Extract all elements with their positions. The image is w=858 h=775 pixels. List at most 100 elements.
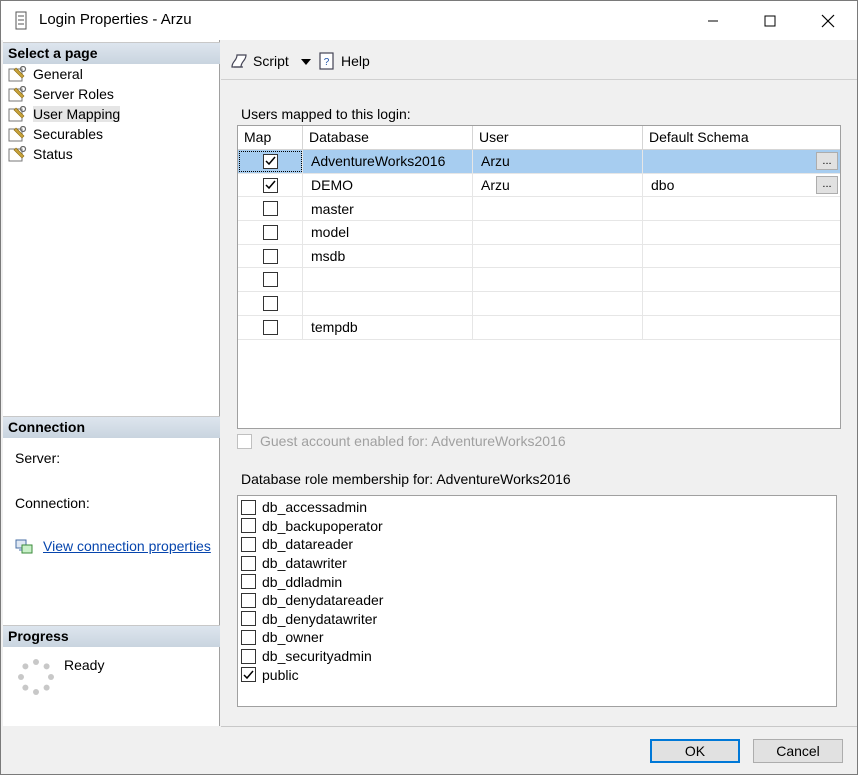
map-cell	[238, 221, 303, 244]
table-row[interactable]: msdb	[238, 244, 840, 269]
default-schema-cell[interactable]: dbo...	[643, 174, 840, 197]
browse-schema-button[interactable]: ...	[816, 175, 838, 194]
script-icon	[231, 54, 247, 68]
progress-status: Ready	[64, 657, 105, 673]
role-label: db_denydatareader	[262, 592, 384, 609]
role-checkbox[interactable]	[241, 518, 256, 534]
connection-properties-icon	[15, 539, 33, 554]
page-item-server-roles[interactable]: Server Roles	[7, 84, 124, 104]
default-schema-cell[interactable]	[643, 316, 840, 339]
minimize-button[interactable]	[684, 1, 742, 40]
role-item[interactable]: db_datawriter	[241, 554, 836, 573]
user-cell[interactable]	[473, 268, 643, 292]
guest-account-check	[237, 433, 252, 449]
table-row[interactable]: AdventureWorks2016 Arzu...	[238, 150, 840, 174]
database-cell: msdb	[303, 244, 473, 268]
page-item-label: Server Roles	[33, 86, 114, 102]
map-checkbox[interactable]	[262, 177, 278, 193]
table-row[interactable]: model	[238, 221, 840, 245]
role-checkbox[interactable]	[241, 611, 256, 627]
script-button[interactable]: Script	[229, 51, 289, 71]
map-checkbox[interactable]	[262, 224, 278, 240]
checkmark-icon	[264, 156, 276, 166]
table-row[interactable]: DEMO Arzu dbo...	[238, 173, 840, 198]
default-schema-cell[interactable]	[643, 268, 840, 291]
role-item[interactable]: db_backupoperator	[241, 517, 836, 536]
column-header-default-schema[interactable]: Default Schema	[643, 126, 840, 150]
map-cell	[238, 315, 303, 339]
role-label: db_backupoperator	[262, 517, 383, 534]
view-connection-link[interactable]: View connection properties	[43, 538, 211, 554]
default-schema-cell[interactable]	[643, 221, 840, 244]
role-checkbox[interactable]	[241, 667, 256, 683]
view-connection-properties[interactable]: View connection properties	[15, 538, 211, 554]
map-cell	[238, 150, 303, 173]
window-title: Login Properties - Arzu	[39, 11, 192, 28]
default-schema-cell[interactable]	[643, 245, 840, 268]
role-checkbox[interactable]	[241, 499, 256, 515]
ok-button[interactable]: OK	[650, 739, 740, 763]
map-checkbox[interactable]	[262, 319, 278, 335]
close-icon	[821, 14, 835, 27]
role-item[interactable]: db_securityadmin	[241, 647, 836, 666]
role-item[interactable]: db_datareader	[241, 535, 836, 554]
page-item-general[interactable]: General	[7, 64, 124, 84]
page-item-status[interactable]: Status	[7, 144, 124, 164]
chevron-down-icon[interactable]	[301, 59, 311, 65]
role-item[interactable]: db_owner	[241, 628, 836, 647]
page-list: General Server Roles User Mapping Secura…	[7, 64, 124, 164]
left-pane: Select a page General Server Roles User …	[3, 40, 220, 726]
map-checkbox[interactable]	[262, 248, 278, 264]
table-row[interactable]: tempdb	[238, 315, 840, 340]
role-label: db_datawriter	[262, 555, 347, 572]
user-cell[interactable]	[473, 197, 643, 221]
role-checkbox[interactable]	[241, 648, 256, 664]
login-properties-window: Login Properties - Arzu Select a page Ge…	[0, 0, 858, 775]
role-checkbox[interactable]	[241, 629, 256, 645]
default-schema-cell[interactable]	[643, 197, 840, 220]
help-button[interactable]: ? Help	[317, 51, 370, 71]
connection-label: Connection:	[15, 495, 90, 511]
column-header-user[interactable]: User	[473, 126, 643, 150]
role-item[interactable]: db_denydatawriter	[241, 610, 836, 629]
role-checkbox[interactable]	[241, 536, 256, 552]
column-header-database[interactable]: Database	[303, 126, 473, 150]
user-cell[interactable]	[473, 244, 643, 268]
user-cell[interactable]	[473, 221, 643, 244]
user-cell[interactable]	[473, 315, 643, 339]
table-row[interactable]: master	[238, 197, 840, 222]
browse-schema-button[interactable]: ...	[816, 152, 838, 170]
user-cell[interactable]: Arzu	[473, 150, 643, 173]
role-checkbox[interactable]	[241, 592, 256, 608]
role-item[interactable]: db_accessadmin	[241, 498, 836, 517]
table-row[interactable]	[238, 268, 840, 293]
map-checkbox[interactable]	[262, 201, 278, 217]
map-cell	[238, 197, 303, 221]
map-checkbox[interactable]	[262, 295, 278, 311]
map-cell	[238, 173, 303, 197]
role-item[interactable]: public	[241, 665, 836, 684]
role-item[interactable]: db_denydatareader	[241, 591, 836, 610]
cancel-button[interactable]: Cancel	[753, 739, 843, 763]
page-item-securables[interactable]: Securables	[7, 124, 124, 144]
page-item-label: Status	[33, 146, 73, 162]
close-button[interactable]	[799, 1, 857, 40]
page-item-label: User Mapping	[33, 106, 121, 122]
table-row[interactable]	[238, 292, 840, 316]
maximize-button[interactable]	[741, 1, 799, 40]
progress-spinner-icon	[18, 659, 54, 695]
user-cell[interactable]	[473, 292, 643, 315]
role-item[interactable]: db_ddladmin	[241, 572, 836, 591]
role-checkbox[interactable]	[241, 555, 256, 571]
column-header-map[interactable]: Map	[238, 126, 303, 150]
user-cell[interactable]: Arzu	[473, 173, 643, 197]
map-checkbox[interactable]	[262, 153, 278, 169]
wrench-page-icon	[8, 126, 27, 142]
default-schema-cell[interactable]: ...	[643, 150, 840, 173]
default-schema-cell[interactable]	[643, 292, 840, 315]
wrench-page-icon	[8, 106, 27, 122]
role-checkbox[interactable]	[241, 574, 256, 590]
map-checkbox[interactable]	[262, 272, 278, 288]
help-label: Help	[341, 53, 370, 69]
page-item-user-mapping[interactable]: User Mapping	[7, 104, 124, 124]
